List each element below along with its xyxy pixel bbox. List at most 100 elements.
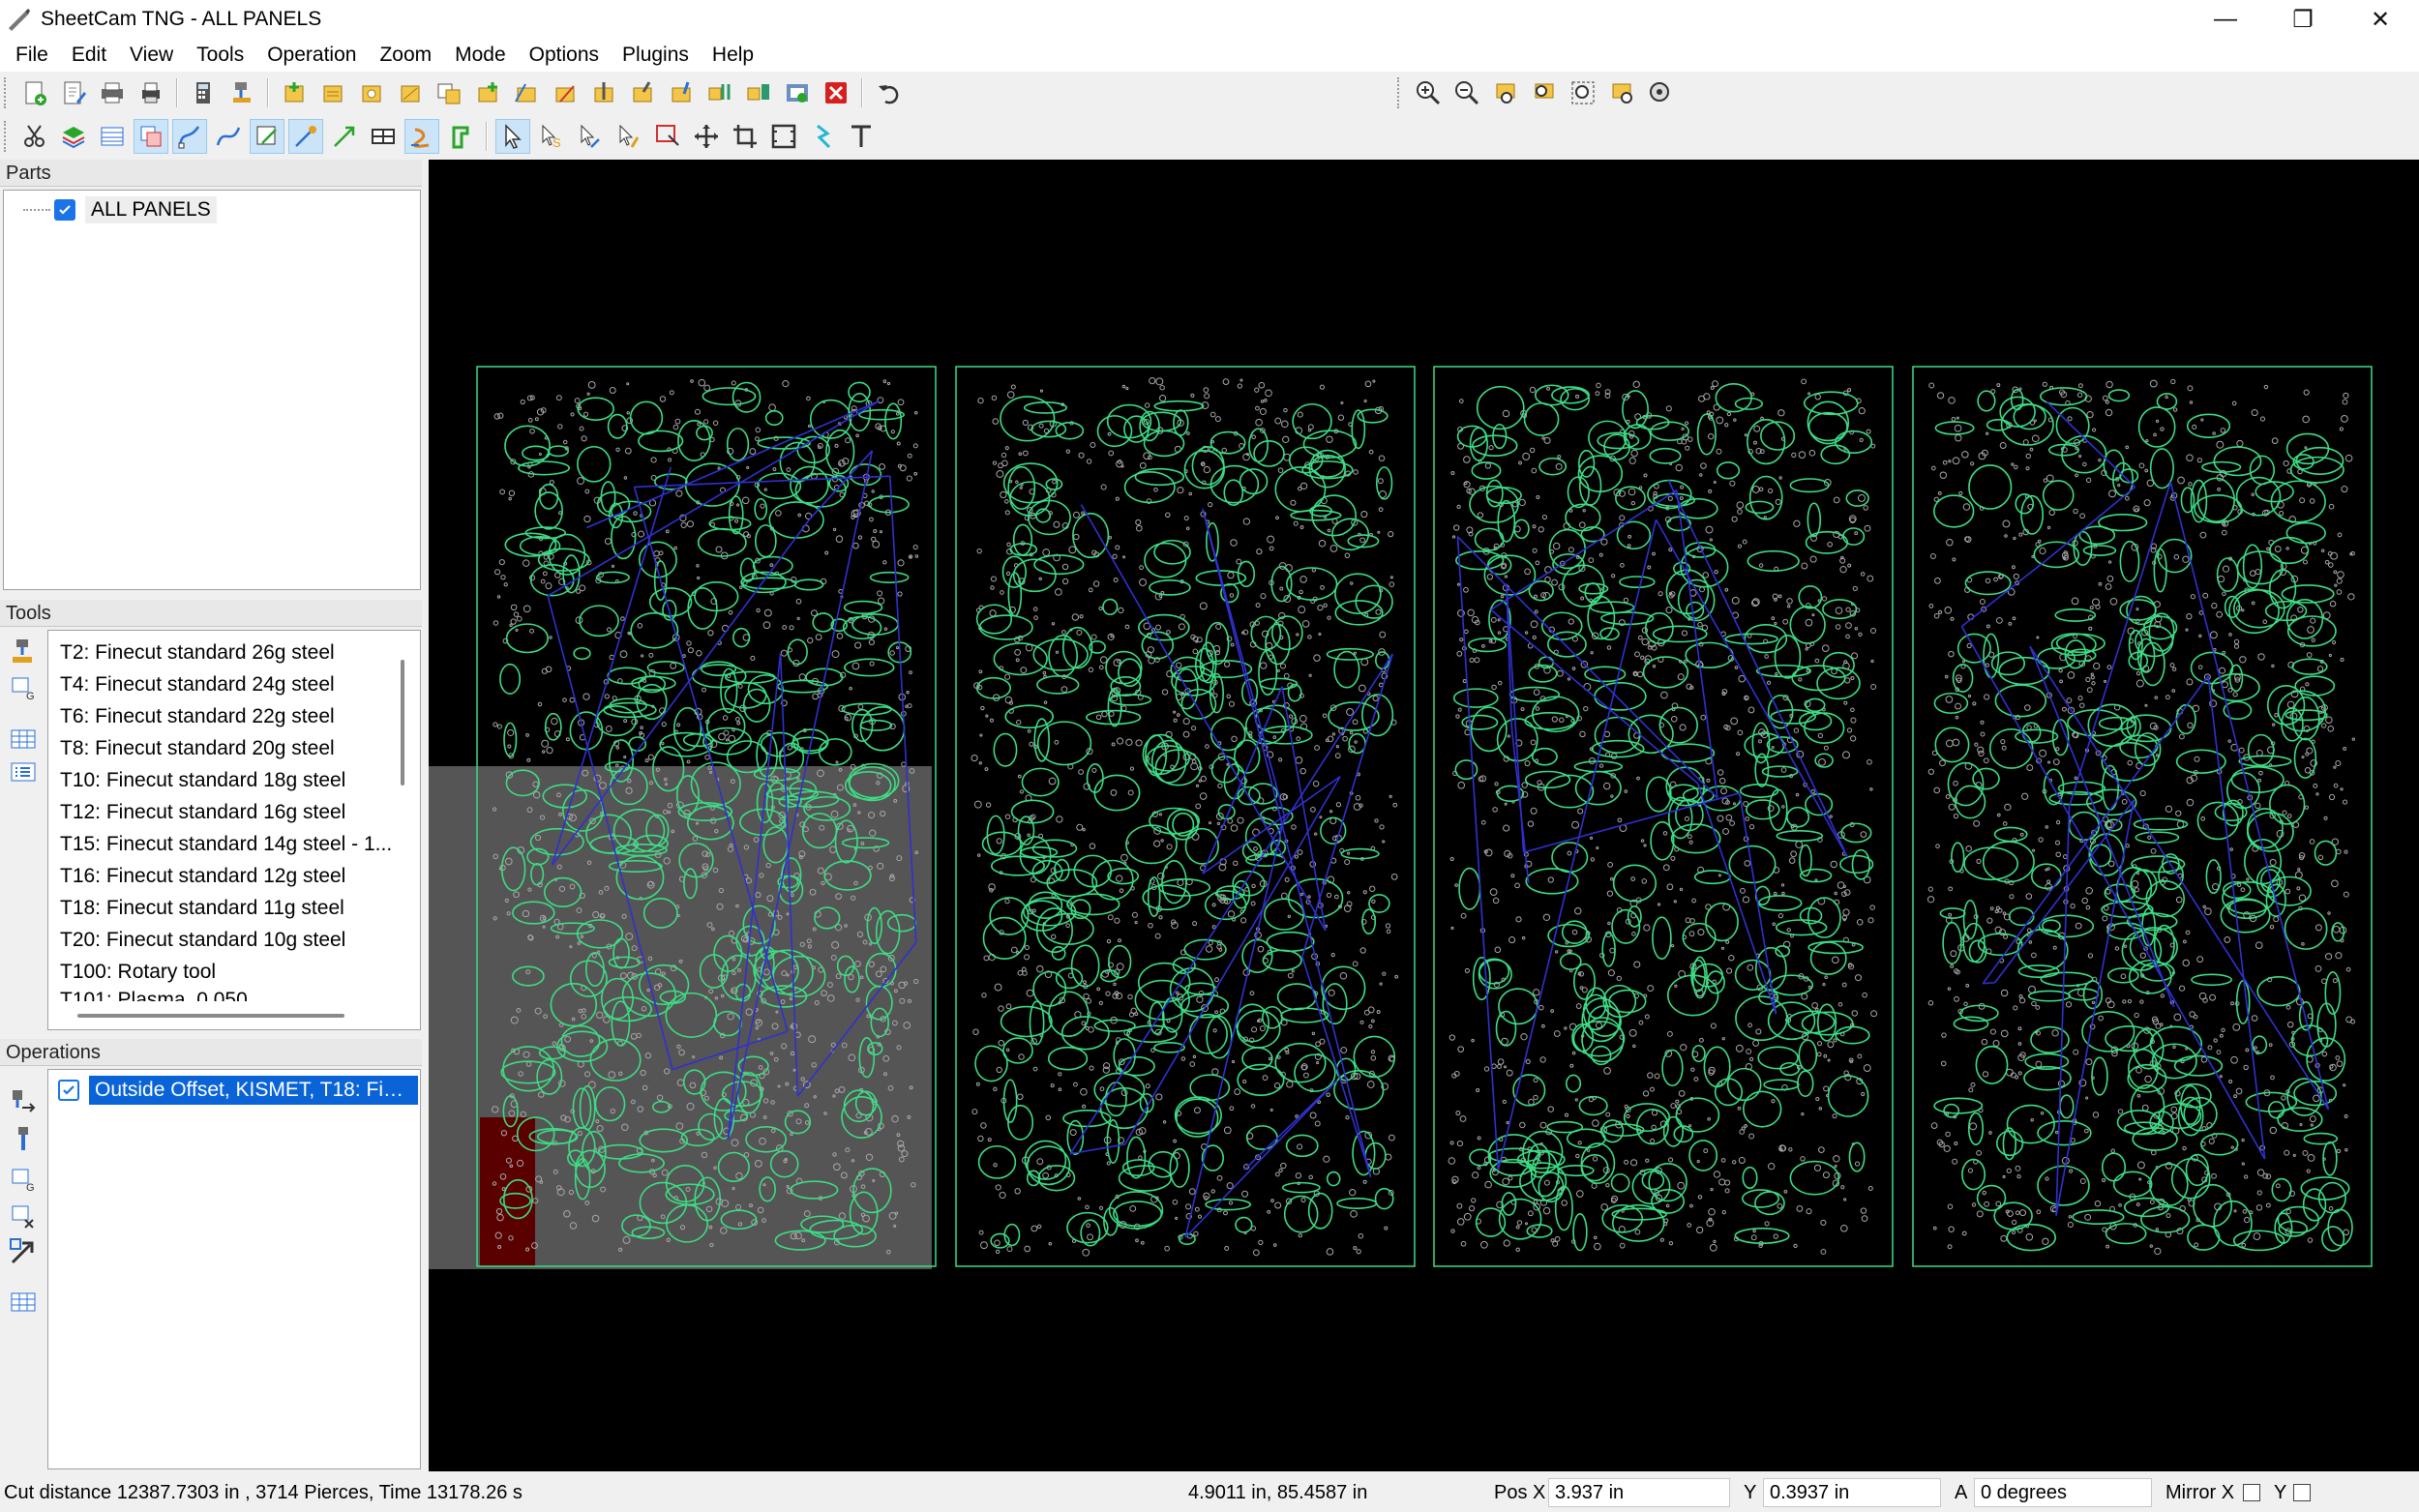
add-part-button[interactable] [354, 75, 389, 110]
cut-path[interactable] [1963, 846, 2018, 881]
angle-input[interactable]: 0 degrees [1974, 1478, 2152, 1507]
cut-path[interactable] [1961, 1158, 1986, 1191]
edit-operation-icon[interactable]: G [9, 1164, 38, 1193]
cut-path[interactable] [2153, 548, 2167, 593]
cut-path[interactable] [1658, 706, 1698, 744]
cut-path[interactable] [1675, 1097, 1720, 1133]
cut-path[interactable] [1036, 675, 1080, 695]
cut-path[interactable] [1716, 461, 1741, 480]
cut-path[interactable] [1728, 845, 1777, 884]
cut-path[interactable] [1264, 898, 1305, 931]
close-button[interactable]: ✕ [2342, 0, 2419, 39]
cut-path[interactable] [1204, 890, 1247, 921]
cut-path[interactable] [2068, 811, 2101, 842]
cut-path[interactable] [607, 413, 628, 439]
cut-path[interactable] [1283, 1195, 1319, 1233]
cut-path[interactable] [974, 1045, 1008, 1082]
cut-path[interactable] [1355, 584, 1393, 619]
cut-path[interactable] [1183, 938, 1227, 961]
cut-path[interactable] [1205, 1198, 1251, 1211]
cut-path[interactable] [1020, 845, 1059, 859]
tools-horizontal-scrollbar[interactable] [77, 1014, 344, 1018]
cut-path[interactable] [1968, 464, 2013, 510]
cut-path[interactable] [648, 587, 693, 617]
cut-path[interactable] [1118, 1165, 1173, 1192]
cut-path[interactable] [1714, 1078, 1744, 1107]
cut-path[interactable] [1685, 641, 1734, 668]
cut-path[interactable] [2037, 1120, 2092, 1146]
cut-path[interactable] [2023, 1065, 2072, 1091]
tool-item[interactable]: T16: Finecut standard 12g steel [60, 860, 399, 892]
cut-path[interactable] [1789, 606, 1826, 644]
cut-path[interactable] [1820, 444, 1851, 465]
cut-path[interactable] [1452, 688, 1499, 708]
tool-item[interactable]: T15: Finecut standard 14g steel - 1... [60, 828, 399, 860]
delete-button[interactable] [819, 75, 853, 110]
add-sheet-button[interactable] [393, 75, 428, 110]
cut-path[interactable] [1995, 1130, 2024, 1157]
cut-path[interactable] [1600, 611, 1655, 626]
cut-path[interactable] [687, 586, 718, 630]
cut-path[interactable] [1340, 847, 1380, 860]
menu-mode[interactable]: Mode [443, 39, 518, 72]
cut-path[interactable] [1286, 567, 1338, 601]
cut-path[interactable] [518, 460, 571, 476]
cut-path[interactable] [2200, 1133, 2239, 1156]
inside-offset-button[interactable] [548, 75, 582, 110]
toolpath-view[interactable] [429, 160, 2419, 1471]
cut-path[interactable] [975, 604, 1013, 635]
tool-item[interactable]: T18: Finecut standard 11g steel [60, 892, 399, 924]
select-lead-button[interactable] [573, 119, 608, 154]
crop-button[interactable] [728, 119, 762, 154]
path-edit-button[interactable] [805, 119, 840, 154]
select-start-button[interactable]: S [534, 119, 569, 154]
cut-path[interactable] [1580, 1142, 1616, 1184]
cut-path[interactable] [1567, 476, 1590, 509]
cut-path[interactable] [2271, 1177, 2292, 1202]
cut-path[interactable] [732, 381, 762, 413]
cut-path[interactable] [1458, 867, 1481, 910]
cut-path[interactable] [1002, 1037, 1033, 1064]
cut-path[interactable] [1010, 799, 1055, 824]
cut-path[interactable] [869, 571, 910, 583]
cut-path[interactable] [1153, 400, 1205, 412]
cut-path[interactable] [1478, 958, 1510, 985]
cut-path[interactable] [2321, 1226, 2345, 1252]
menu-file[interactable]: File [4, 39, 60, 72]
cut-path[interactable] [764, 410, 784, 427]
cut-path[interactable] [1461, 714, 1499, 730]
cut-path[interactable] [2227, 899, 2267, 920]
cut-path[interactable] [1455, 550, 1505, 571]
cut-path[interactable] [2082, 545, 2117, 556]
cut-path[interactable] [1743, 1090, 1782, 1128]
delete-operation-icon[interactable] [9, 1201, 38, 1230]
cut-path[interactable] [755, 524, 777, 558]
cut-path[interactable] [1682, 922, 1717, 953]
cut-path[interactable] [977, 1144, 1017, 1179]
cut-path[interactable] [1540, 611, 1583, 640]
cut-path[interactable] [1757, 895, 1803, 911]
cut-path[interactable] [768, 501, 824, 539]
cut-path[interactable] [2252, 1035, 2268, 1054]
cut-path[interactable] [2190, 651, 2234, 685]
mirror-y-checkbox[interactable] [2293, 1484, 2311, 1501]
cut-path[interactable] [1827, 1075, 1869, 1117]
cut-path[interactable] [646, 661, 685, 675]
cut-path[interactable] [818, 738, 852, 766]
cut-path[interactable] [1816, 667, 1861, 700]
cut-path[interactable] [844, 658, 895, 677]
cut-path[interactable] [1047, 1046, 1089, 1071]
cut-path[interactable] [2061, 434, 2107, 474]
cut-path[interactable] [1326, 647, 1374, 661]
cut-path[interactable] [1149, 579, 1191, 596]
cut-path[interactable] [2213, 1200, 2253, 1247]
cut-path[interactable] [1021, 767, 1060, 797]
pos-x-input[interactable]: 3.937 in [1548, 1478, 1730, 1507]
cut-path[interactable] [1307, 1192, 1333, 1230]
cut-path[interactable] [682, 732, 714, 748]
cut-path[interactable] [1003, 1223, 1021, 1247]
cut-path[interactable] [1348, 732, 1366, 755]
cut-path[interactable] [1093, 1019, 1136, 1032]
tool-item[interactable]: T6: Finecut standard 22g steel [60, 700, 399, 732]
cut-path[interactable] [1951, 842, 1965, 873]
